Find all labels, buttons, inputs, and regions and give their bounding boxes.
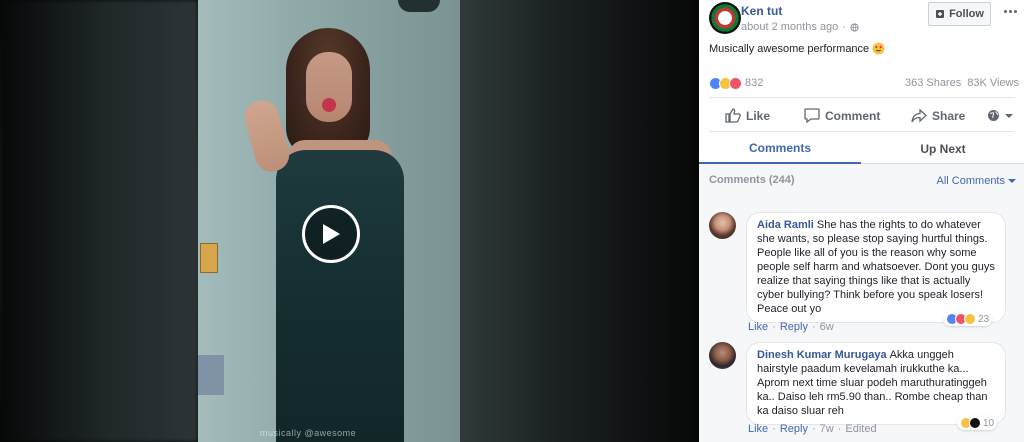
comment-meta: Like · Reply · 6w xyxy=(748,321,834,333)
page-name[interactable]: Ken tut xyxy=(741,4,782,18)
divider xyxy=(709,131,1014,132)
share-label: Share xyxy=(932,108,966,123)
comment-filter-dropdown[interactable]: All Comments xyxy=(937,175,1016,187)
divider xyxy=(709,97,1014,98)
comment-filter-label: All Comments xyxy=(936,175,1005,187)
performer-mouth xyxy=(322,98,336,112)
comment-meta: Like · Reply · 7w · Edited xyxy=(748,423,877,435)
follow-icon xyxy=(936,10,945,18)
share-icon xyxy=(911,108,927,122)
comment-icon xyxy=(804,108,820,123)
love-reaction-icon xyxy=(729,76,742,90)
comments-count-header: Comments (244) xyxy=(709,174,795,186)
post-timestamp[interactable]: about 2 months ago · xyxy=(741,21,859,33)
post-text: Musically awesome performance xyxy=(709,42,885,55)
tab-up-next[interactable]: Up Next xyxy=(862,134,1024,164)
commenter-avatar[interactable] xyxy=(709,342,736,369)
play-button[interactable] xyxy=(302,205,360,263)
chevron-down-icon xyxy=(1005,113,1013,118)
performer-body xyxy=(276,150,404,442)
tab-comments[interactable]: Comments xyxy=(699,134,861,164)
video-stage[interactable]: musically @awesome xyxy=(0,0,699,442)
comment-label: Comment xyxy=(825,108,881,123)
comment-button[interactable]: Comment xyxy=(804,108,880,123)
post-header: Ken tut about 2 months ago · Follow xyxy=(699,0,1024,40)
like-label: Like xyxy=(746,108,771,123)
heart-eyes-emoji-icon xyxy=(872,42,885,55)
audience-selector[interactable] xyxy=(987,109,1013,122)
comments-area[interactable]: Comments (244) All Comments Aida Ramli Sh… xyxy=(699,164,1024,442)
more-options-button[interactable] xyxy=(1001,4,1019,18)
video-blur-left xyxy=(0,0,198,442)
comment-item: Aida Ramli She has the rights to do whate… xyxy=(709,212,1014,342)
page-avatar[interactable] xyxy=(709,2,741,34)
comment-bubble: Dinesh Kumar Murugaya Akka unggeh hairsty… xyxy=(746,342,1006,425)
wall-poster xyxy=(200,243,218,273)
comment-edited-label[interactable]: Edited xyxy=(845,423,876,435)
comment-reactions[interactable]: 10 xyxy=(957,416,998,430)
ceiling-fan xyxy=(398,0,440,12)
comment-text: She has the rights to do whatever she wa… xyxy=(757,219,995,315)
comment-reply-link[interactable]: Reply xyxy=(780,423,808,435)
comment-item: Dinesh Kumar Murugaya Akka unggeh hairsty… xyxy=(709,342,1014,442)
comment-reactions[interactable]: 23 xyxy=(943,312,993,326)
video-blur-right xyxy=(460,0,699,442)
shares-count[interactable]: 363 Shares xyxy=(905,77,961,89)
sad-reaction-icon xyxy=(969,417,981,429)
commenter-avatar[interactable] xyxy=(709,212,736,239)
comment-reply-link[interactable]: Reply xyxy=(780,321,808,333)
play-icon xyxy=(323,224,340,244)
globe-icon xyxy=(850,22,859,32)
comment-reaction-count: 23 xyxy=(978,313,990,325)
views-count: 83K Views xyxy=(967,77,1019,89)
video-watermark: musically @awesome xyxy=(260,428,357,438)
post-time-text[interactable]: about 2 months ago xyxy=(741,21,838,33)
follow-label: Follow xyxy=(949,8,984,20)
post-panel: Ken tut about 2 months ago · Follow Musi… xyxy=(699,0,1024,442)
comment-author[interactable]: Dinesh Kumar Murugaya xyxy=(757,349,887,361)
haha-reaction-icon xyxy=(964,313,976,325)
like-button[interactable]: Like xyxy=(725,108,770,123)
post-stats: 832 363 Shares 83K Views xyxy=(709,76,1019,90)
comment-bubble: Aida Ramli She has the rights to do whate… xyxy=(746,212,1006,323)
comment-reaction-count: 10 xyxy=(983,417,995,429)
shelf xyxy=(198,355,224,395)
comment-like-link[interactable]: Like xyxy=(748,423,768,435)
thumbs-up-icon xyxy=(725,108,741,123)
comment-time[interactable]: 6w xyxy=(820,321,834,333)
chevron-down-icon xyxy=(1008,179,1016,183)
dot xyxy=(1013,9,1017,13)
reaction-icons[interactable] xyxy=(709,76,742,90)
follow-button[interactable]: Follow xyxy=(928,2,991,26)
comment-author[interactable]: Aida Ramli xyxy=(757,219,814,231)
post-actions: Like Comment Share xyxy=(699,103,1024,128)
share-button[interactable]: Share xyxy=(911,108,966,123)
reaction-count[interactable]: 832 xyxy=(745,77,763,89)
globe-icon xyxy=(988,110,999,121)
panel-tabs: Comments Up Next xyxy=(699,134,1024,164)
comment-time[interactable]: 7w xyxy=(820,423,834,435)
dot xyxy=(1003,9,1007,13)
dot xyxy=(1008,9,1012,13)
post-text-content: Musically awesome performance xyxy=(709,42,870,55)
comment-like-link[interactable]: Like xyxy=(748,321,768,333)
